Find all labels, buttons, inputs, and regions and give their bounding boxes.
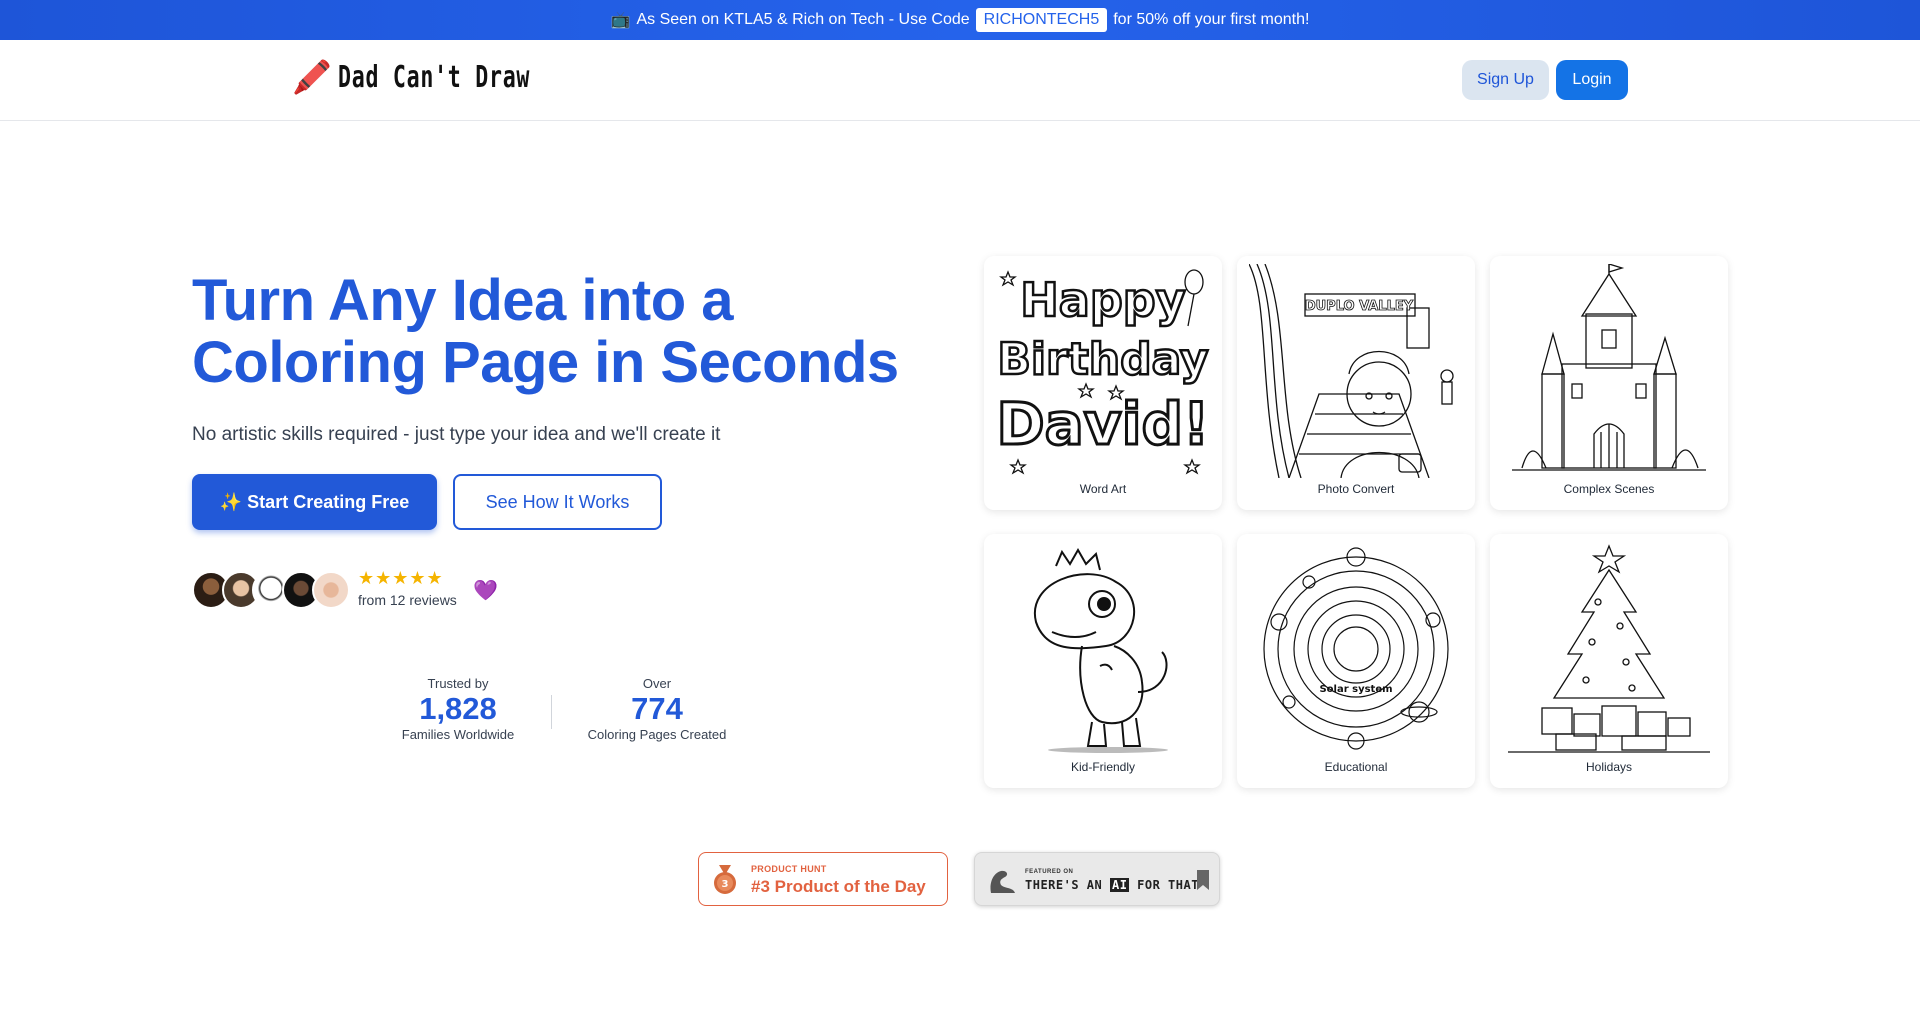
art-text-happy: Happy	[1020, 273, 1185, 327]
bookmark-icon	[1197, 870, 1209, 890]
stat-divider	[551, 695, 552, 729]
rating-stars: ★★★★★	[358, 568, 444, 588]
stat-families: Trusted by 1,828 Families Worldwide	[388, 676, 528, 742]
tv-icon: 📺	[610, 12, 631, 29]
stat-value: 1,828	[419, 691, 497, 726]
gallery-card-word-art[interactable]: Happy Birthday David! Word Art	[984, 256, 1222, 510]
theres-an-ai-for-that-text: THERE'S AN AI FOR THAT	[1025, 878, 1199, 892]
hero-subtitle: No artistic skills required - just type …	[192, 424, 721, 445]
hero-title-line-2: Coloring Page in Seconds	[192, 330, 899, 395]
art-text-solar: Solar system	[1319, 684, 1392, 695]
aiforthat-pre: THERE'S AN	[1025, 878, 1110, 892]
solar-system-image: Solar system	[1249, 542, 1463, 756]
dinosaur-image	[996, 542, 1210, 756]
hero-title-line-1: Turn Any Idea into a	[192, 268, 734, 333]
card-caption: Educational	[1324, 760, 1388, 774]
site-header: 🖍️ Dad Can't Draw Sign Up Login	[0, 40, 1920, 121]
purple-heart-icon: 💜	[473, 580, 498, 602]
hero-title: Turn Any Idea into a Coloring Page in Se…	[192, 270, 899, 394]
card-caption: Holidays	[1585, 760, 1633, 774]
promo-text-after: for 50% off your first month!	[1113, 11, 1310, 28]
login-button[interactable]: Login	[1556, 60, 1628, 100]
castle-image	[1502, 264, 1716, 478]
stat-label-top: Over	[642, 676, 672, 691]
producthunt-rank: #3 Product of the Day	[751, 877, 926, 896]
logo[interactable]: 🖍️ Dad Can't Draw	[292, 58, 605, 96]
promo-text-before: As Seen on KTLA5 & Rich on Tech - Use Co…	[636, 11, 970, 28]
crayon-icon: 🖍️	[292, 59, 332, 95]
art-text-david: David!	[997, 390, 1210, 458]
stat-label-bottom: Families Worldwide	[401, 727, 515, 742]
producthunt-badge[interactable]: 3 PRODUCT HUNT #3 Product of the Day	[698, 852, 948, 906]
avatar	[312, 571, 350, 609]
card-caption: Kid-Friendly	[1070, 760, 1136, 774]
see-how-it-works-button[interactable]: See How It Works	[453, 474, 662, 530]
stat-value: 774	[631, 691, 683, 726]
photo-convert-image: DUPLO VALLEY	[1249, 264, 1463, 478]
medal-icon: 3	[714, 865, 736, 894]
card-caption: Complex Scenes	[1563, 482, 1655, 496]
stat-pages: Over 774 Coloring Pages Created	[572, 676, 742, 742]
signup-button[interactable]: Sign Up	[1462, 60, 1549, 100]
promo-code: RICHONTECH5	[975, 8, 1108, 32]
promo-banner: 📺 As Seen on KTLA5 & Rich on Tech - Use …	[0, 0, 1920, 40]
gallery-card-photo-convert[interactable]: DUPLO VALLEY Photo Convert	[1237, 256, 1475, 510]
producthunt-label: PRODUCT HUNT	[751, 864, 827, 874]
theres-an-ai-for-that-badge[interactable]: FEATURED ON THERE'S AN AI FOR THAT	[974, 852, 1220, 906]
start-creating-button[interactable]: ✨ Start Creating Free	[192, 474, 437, 530]
gallery-card-complex-scenes[interactable]: Complex Scenes	[1490, 256, 1728, 510]
art-text-birthday: Birthday	[997, 334, 1208, 385]
flexed-arm-icon	[990, 870, 1015, 893]
featured-on-label: FEATURED ON	[1025, 869, 1074, 875]
christmas-tree-image	[1502, 542, 1716, 756]
aiforthat-ai: AI	[1109, 878, 1130, 892]
word-art-image: Happy Birthday David!	[996, 264, 1210, 478]
art-text-duplo: DUPLO VALLEY	[1305, 299, 1414, 314]
stat-label-bottom: Coloring Pages Created	[587, 727, 727, 742]
aiforthat-post: FOR THAT	[1129, 878, 1199, 892]
reviews-count: from 12 reviews	[358, 592, 457, 608]
reviewer-avatars	[192, 571, 350, 609]
card-caption: Word Art	[1079, 482, 1127, 496]
medal-number: 3	[722, 879, 729, 890]
card-caption: Photo Convert	[1317, 482, 1395, 496]
logo-text: Dad Can't Draw	[337, 59, 530, 95]
gallery-card-educational[interactable]: Solar system Educational	[1237, 534, 1475, 788]
gallery-card-holidays[interactable]: Holidays	[1490, 534, 1728, 788]
gallery-card-kid-friendly[interactable]: Kid-Friendly	[984, 534, 1222, 788]
stat-label-top: Trusted by	[427, 676, 489, 691]
